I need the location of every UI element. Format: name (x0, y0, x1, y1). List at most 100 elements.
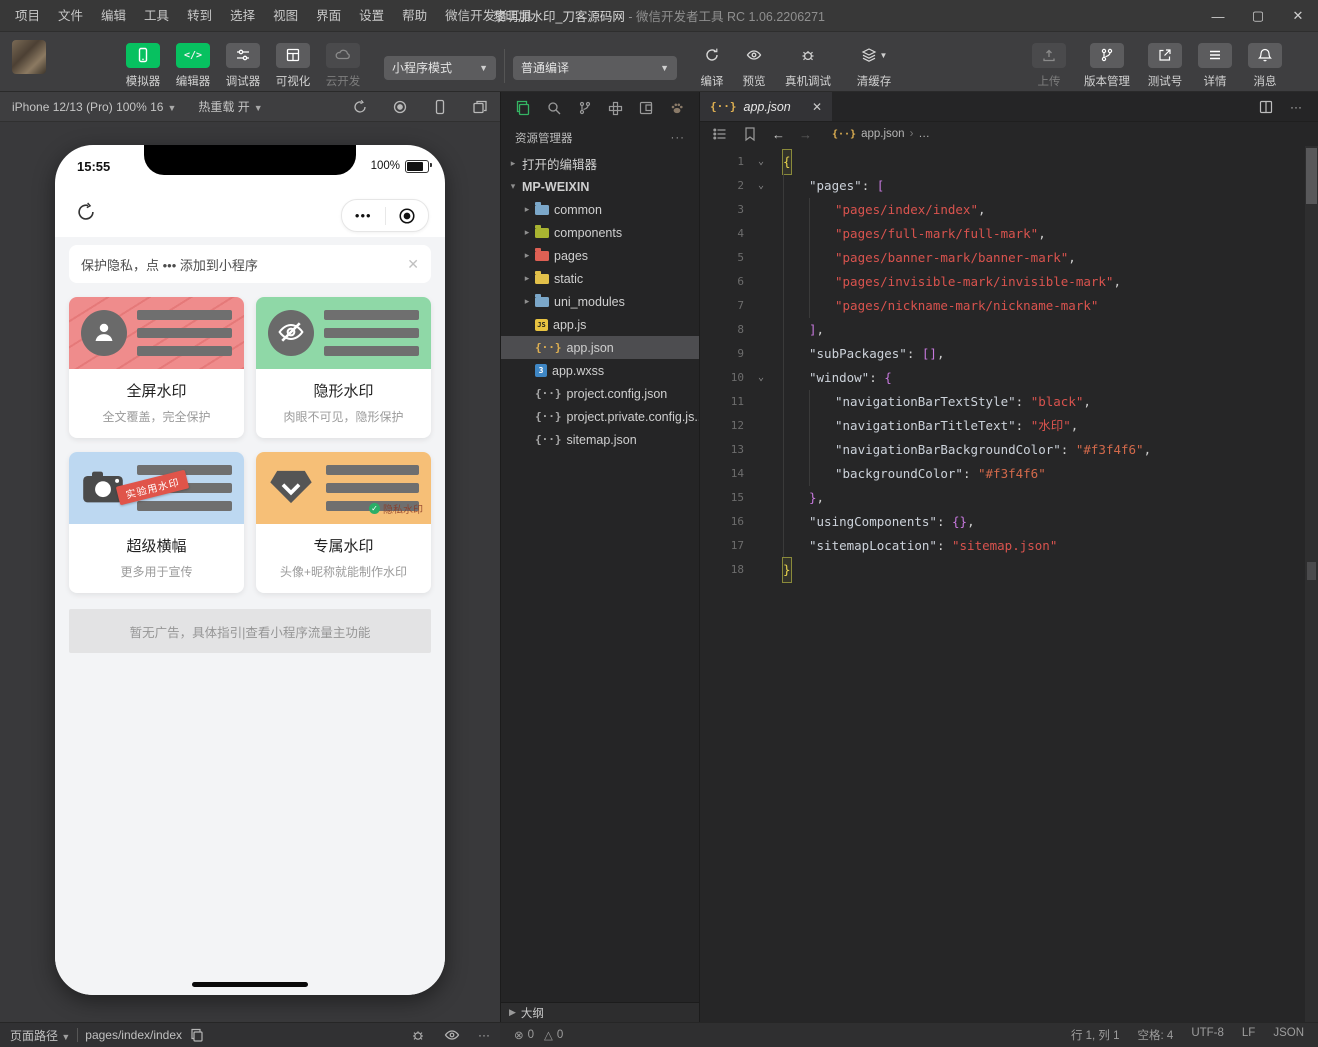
files-icon[interactable] (515, 100, 531, 116)
fold-icon[interactable]: ⌄ (752, 174, 770, 198)
cloud-paw-icon[interactable] (669, 100, 685, 116)
code-line-2[interactable]: 2 ⌄ "pages": [ (700, 174, 1305, 198)
code-line-15[interactable]: 15}, (700, 486, 1305, 510)
tree-item-static[interactable]: ▸ static (501, 267, 699, 290)
copy-icon[interactable] (189, 1027, 205, 1043)
tree-item-app-json[interactable]: {··} app.json (501, 336, 699, 359)
rotate-icon[interactable] (352, 99, 368, 115)
preview-button[interactable]: 预览 (733, 43, 775, 89)
chevron-right-icon[interactable]: ▸ (507, 158, 519, 169)
code-line-13[interactable]: 13 "navigationBarBackgroundColor": "#f3f4… (700, 438, 1305, 462)
user-avatar[interactable] (12, 39, 46, 74)
tab-app-json[interactable]: {··} app.json ✕ (700, 92, 832, 121)
menu-选择[interactable]: 选择 (221, 0, 264, 32)
reload-icon[interactable] (75, 201, 97, 226)
scrollbar-thumb[interactable] (1306, 148, 1317, 204)
tree-item-uni-modules[interactable]: ▸ uni_modules (501, 290, 699, 313)
status-json[interactable]: JSON (1273, 1027, 1304, 1043)
editor-toggle-button[interactable]: </> 编辑器 (168, 42, 218, 89)
menu-工具[interactable]: 工具 (135, 0, 178, 32)
tree-item-components[interactable]: ▸ components (501, 221, 699, 244)
card-invisible-watermark[interactable]: 隐形水印 肉眼不可见，隐形保护 (256, 297, 431, 438)
chevron-down-icon[interactable]: ▾ (507, 181, 519, 192)
git-branch-icon[interactable] (577, 100, 593, 116)
chevron-right-icon[interactable]: ▸ (521, 296, 533, 307)
debugger-toggle-button[interactable]: 调试器 (218, 42, 268, 89)
breadcrumb[interactable]: {··} app.json › … (832, 128, 930, 140)
status-utf-8[interactable]: UTF-8 (1191, 1027, 1224, 1043)
code-line-7[interactable]: 7 "pages/nickname-mark/nickname-mark" (700, 294, 1305, 318)
editor-scrollbar[interactable] (1305, 146, 1318, 1022)
version-control-button[interactable]: 版本管理 (1074, 42, 1140, 89)
menu-文件[interactable]: 文件 (49, 0, 92, 32)
compile-select[interactable]: 普通编译 ▼ (513, 55, 677, 80)
device-frame-icon[interactable] (432, 99, 448, 115)
tree-item-打开的编辑器[interactable]: ▸ 打开的编辑器 (501, 152, 699, 175)
fold-icon[interactable]: ⌄ (752, 366, 770, 390)
code-line-4[interactable]: 4 "pages/full-mark/full-mark", (700, 222, 1305, 246)
problems-indicator[interactable]: ⊗ 0 △ 0 (514, 1028, 563, 1042)
menu-项目[interactable]: 项目 (6, 0, 49, 32)
code-line-6[interactable]: 6 "pages/invisible-mark/invisible-mark", (700, 270, 1305, 294)
code-line-17[interactable]: 17 "sitemapLocation": "sitemap.json" (700, 534, 1305, 558)
code-line-18[interactable]: 18} (700, 557, 1305, 583)
editor-more-button[interactable]: ··· (1290, 100, 1302, 114)
card-super-banner[interactable]: 实验用水印 超级横幅 更多用于宣传 (69, 452, 244, 593)
more-dots-icon[interactable]: ··· (478, 1028, 490, 1042)
compile-button[interactable]: 编译 (691, 43, 733, 89)
menu-编辑[interactable]: 编辑 (92, 0, 135, 32)
hot-reload-toggle[interactable]: 热重载 开 ▼ (198, 98, 262, 115)
minimize-button[interactable]: — (1198, 0, 1238, 32)
outline-section[interactable]: ▶ 大纲 (501, 1002, 699, 1022)
remote-debug-button[interactable]: 真机调试 (775, 43, 841, 89)
tree-item-project-config-json[interactable]: {··} project.config.json (501, 382, 699, 405)
chevron-right-icon[interactable]: ▸ (521, 250, 533, 261)
tab-close-icon[interactable]: ✕ (812, 100, 822, 114)
menu-帮助[interactable]: 帮助 (393, 0, 436, 32)
capsule-close-icon[interactable] (386, 207, 429, 225)
extensions-icon[interactable] (607, 100, 623, 116)
code-line-3[interactable]: 3 "pages/index/index", (700, 198, 1305, 222)
menu-转到[interactable]: 转到 (178, 0, 221, 32)
close-icon[interactable]: ✕ (407, 256, 419, 273)
code-line-12[interactable]: 12 "navigationBarTitleText": "水印", (700, 414, 1305, 438)
mode-select[interactable]: 小程序模式 ▼ (384, 55, 496, 80)
record-icon[interactable] (392, 99, 408, 115)
status-lf[interactable]: LF (1242, 1027, 1255, 1043)
tree-item-project-private-config-js[interactable]: {··} project.private.config.js... (501, 405, 699, 428)
split-editor-icon[interactable] (1258, 99, 1274, 115)
code-line-8[interactable]: 8], (700, 318, 1305, 342)
simulator-toggle-button[interactable]: 模拟器 (118, 42, 168, 89)
tree-item-pages[interactable]: ▸ pages (501, 244, 699, 267)
fold-icon[interactable]: ⌄ (752, 150, 770, 174)
clear-cache-button[interactable]: ▼ 清缓存 (841, 43, 907, 89)
card-full-screen-watermark[interactable]: 全屏水印 全文覆盖，完全保护 (69, 297, 244, 438)
device-selector[interactable]: iPhone 12/13 (Pro) 100% 16 ▼ (12, 100, 176, 114)
details-button[interactable]: 详情 (1190, 42, 1240, 89)
chevron-right-icon[interactable]: ▸ (521, 204, 533, 215)
multi-window-icon[interactable] (472, 99, 488, 115)
menu-界面[interactable]: 界面 (307, 0, 350, 32)
code-line-5[interactable]: 5 "pages/banner-mark/banner-mark", (700, 246, 1305, 270)
status-空格-4[interactable]: 空格: 4 (1138, 1027, 1174, 1043)
tree-item-sitemap-json[interactable]: {··} sitemap.json (501, 428, 699, 451)
status-行-1-列-1[interactable]: 行 1, 列 1 (1071, 1027, 1120, 1043)
back-arrow-icon[interactable]: ← (772, 127, 785, 142)
card-exclusive-watermark[interactable]: ✓ 隐私水印 专属水印 头像+昵称就能制作水印 (256, 452, 431, 593)
code-area[interactable]: 1 ⌄{2 ⌄ "pages": [3 "pages/index/index", 4 "pa… (700, 146, 1305, 1022)
menu-视图[interactable]: 视图 (264, 0, 307, 32)
tree-item-app-wxss[interactable]: 3 app.wxss (501, 359, 699, 382)
visualization-toggle-button[interactable]: 可视化 (268, 42, 318, 89)
code-line-14[interactable]: 14 "backgroundColor": "#f3f4f6" (700, 462, 1305, 486)
maximize-button[interactable]: ▢ (1238, 0, 1278, 32)
code-line-11[interactable]: 11 "navigationBarTextStyle": "black", (700, 390, 1305, 414)
chevron-right-icon[interactable]: ▸ (521, 227, 533, 238)
debug-icon[interactable] (410, 1027, 426, 1043)
code-line-10[interactable]: 10 ⌄ "window": { (700, 366, 1305, 390)
page-path-selector[interactable]: 页面路径 ▼ (10, 1027, 70, 1044)
eye-icon[interactable] (444, 1027, 460, 1043)
bookmark-icon[interactable] (742, 126, 758, 142)
explorer-more-button[interactable]: ··· (671, 132, 686, 144)
window-icon[interactable] (638, 100, 654, 116)
test-account-button[interactable]: 测试号 (1140, 42, 1190, 89)
